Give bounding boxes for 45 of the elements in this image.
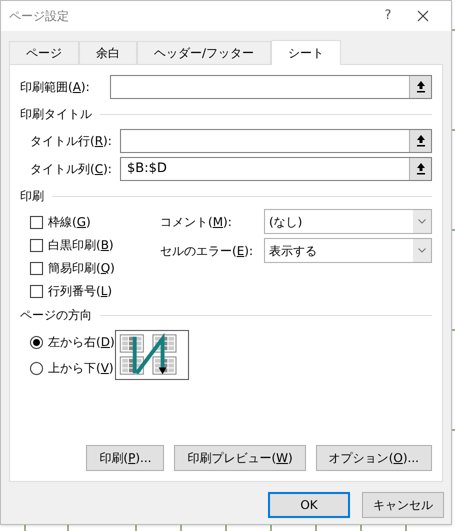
checkbox-label: 行列番号(L) <box>48 283 112 300</box>
tab[interactable]: ヘッダー/フッター <box>137 41 272 64</box>
field-label: タイトル列(C): <box>30 161 112 178</box>
dialog-button[interactable]: キャンセル <box>362 492 444 518</box>
input-field[interactable]: $B:$D <box>120 157 432 181</box>
arrow-up-icon <box>416 135 424 147</box>
radio-button[interactable] <box>30 336 43 348</box>
dialog-button[interactable]: OK <box>268 492 350 518</box>
section-heading: ページの方向 <box>20 307 92 324</box>
radio-label: 左から右(D) <box>48 334 115 351</box>
collapse-button[interactable] <box>409 76 431 98</box>
dropdown-label: コメント(M): <box>160 214 233 230</box>
checkbox[interactable] <box>30 238 43 252</box>
dropdown-label: セルのエラー(E): <box>160 242 254 260</box>
help-button[interactable]: ? <box>373 6 403 26</box>
chevron-down-icon <box>418 248 426 253</box>
checkbox[interactable] <box>30 262 43 274</box>
radio-label: 上から下(V) <box>48 360 114 377</box>
checkbox-label: 簡易印刷(Q) <box>48 260 115 277</box>
dialog-button[interactable]: オプション(O)... <box>316 445 432 471</box>
collapse-button[interactable] <box>409 158 431 180</box>
dialog-button[interactable]: 印刷(P)... <box>86 445 164 471</box>
close-icon <box>417 10 429 22</box>
input-field[interactable] <box>110 75 432 99</box>
tab[interactable]: 余白 <box>79 41 137 64</box>
collapse-button[interactable] <box>409 130 431 152</box>
tab[interactable]: シート <box>271 40 342 65</box>
input-field[interactable] <box>120 129 432 153</box>
dropdown[interactable]: 表示する <box>264 238 432 263</box>
field-label: 印刷範囲(A): <box>20 79 91 96</box>
tab[interactable]: ページ <box>9 41 79 64</box>
dropdown[interactable]: (なし) <box>264 209 432 234</box>
checkbox[interactable] <box>30 284 43 298</box>
chevron-down-icon <box>418 219 426 224</box>
section-heading: 印刷 <box>20 188 44 205</box>
checkbox[interactable] <box>30 216 43 228</box>
radio-button[interactable] <box>30 362 43 374</box>
section-heading: 印刷タイトル <box>20 106 92 123</box>
arrow-up-icon <box>416 81 424 93</box>
dialog-button[interactable]: 印刷プレビュー(W) <box>174 445 306 471</box>
window-title: ページ設定 <box>9 8 70 25</box>
arrow-up-icon <box>416 163 424 175</box>
checkbox-label: 白黒印刷(B) <box>48 237 114 254</box>
field-label: タイトル行(R): <box>30 133 112 150</box>
checkbox-label: 枠線(G) <box>48 214 91 231</box>
